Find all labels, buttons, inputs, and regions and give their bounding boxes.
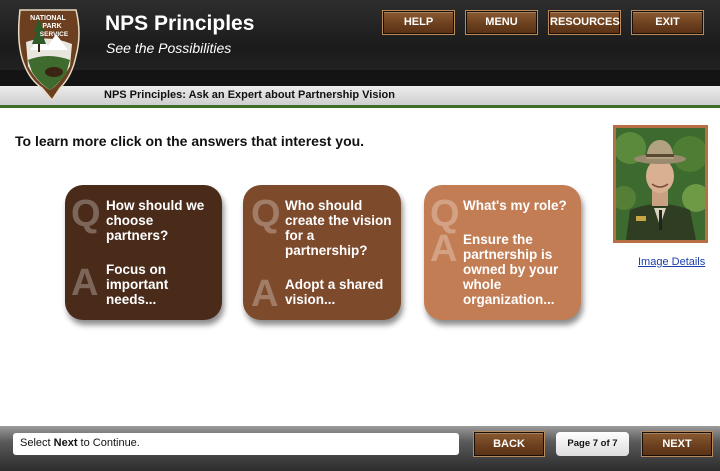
question-line: partnership? [285,243,368,258]
qa-card-create-vision[interactable]: Q Who should create the vision for a par… [243,185,401,320]
question-line: create the vision [285,213,392,228]
status-prefix: Select [20,437,54,449]
qa-card-choose-partners[interactable]: Q How should we choose partners? A Focus… [65,185,222,320]
instructions-text: To learn more click on the answers that … [15,133,365,149]
app-subtitle: See the Possibilities [106,40,232,56]
status-suffix: to Continue. [77,437,140,449]
breadcrumb: NPS Principles: Ask an Expert about Part… [104,89,395,101]
answer-line: Focus on [106,262,166,277]
answer-letter: A [251,273,279,315]
answer-letter: A [71,262,99,304]
question-line: for a [285,228,315,243]
resources-button[interactable]: RESOURCES [549,11,620,34]
ranger-portrait-image [616,128,705,240]
app-title: NPS Principles [105,12,255,35]
accent-divider [0,105,720,108]
answer-line: owned by your [463,262,559,277]
question-line: What's my role? [463,198,567,213]
answer-line: important [106,277,169,292]
header-strip [0,70,720,86]
answer-line: partnership is [463,247,553,262]
question-line: How should we [106,198,205,213]
answer-line: organization... [463,292,555,307]
question-line: choose [106,213,154,228]
app-window: NATIONAL PARK SERVICE NPS Principles See… [0,0,720,471]
logo-text-line2: PARK [42,23,61,30]
answer-text[interactable]: Focus on important needs... [106,262,168,307]
back-button[interactable]: BACK [474,432,544,456]
answer-line: whole [463,277,502,292]
answer-text[interactable]: Adopt a shared vision... [285,277,383,307]
status-message: Select Next to Continue. [13,433,459,455]
answer-line: vision... [285,292,336,307]
next-button[interactable]: NEXT [642,432,712,456]
answer-letter: A [430,228,458,270]
status-next-word: Next [53,437,78,449]
qa-card-my-role[interactable]: Q What's my role? A Ensure the partnersh… [424,185,581,320]
menu-button[interactable]: MENU [466,11,537,34]
answer-line: needs... [106,292,157,307]
question-text: What's my role? [463,198,567,213]
question-line: partners? [106,228,169,243]
question-text: Who should create the vision for a partn… [285,198,392,258]
exit-button[interactable]: EXIT [632,11,703,34]
question-letter: Q [71,193,101,235]
question-line: Who should [285,198,363,213]
help-button[interactable]: HELP [383,11,454,34]
answer-line: Adopt a shared [285,277,384,292]
nps-logo-icon: NATIONAL PARK SERVICE [17,9,80,102]
question-letter: Q [251,193,281,235]
expert-photo [613,125,708,243]
answer-text[interactable]: Ensure the partnership is owned by your … [463,232,558,307]
image-details-link[interactable]: Image Details [638,256,705,268]
logo-text-line3: SERVICE [40,31,69,38]
answer-line: Ensure the [463,232,533,247]
page-indicator: Page 7 of 7 [556,432,629,456]
logo-text-line1: NATIONAL [30,15,66,22]
question-text: How should we choose partners? [106,198,204,243]
